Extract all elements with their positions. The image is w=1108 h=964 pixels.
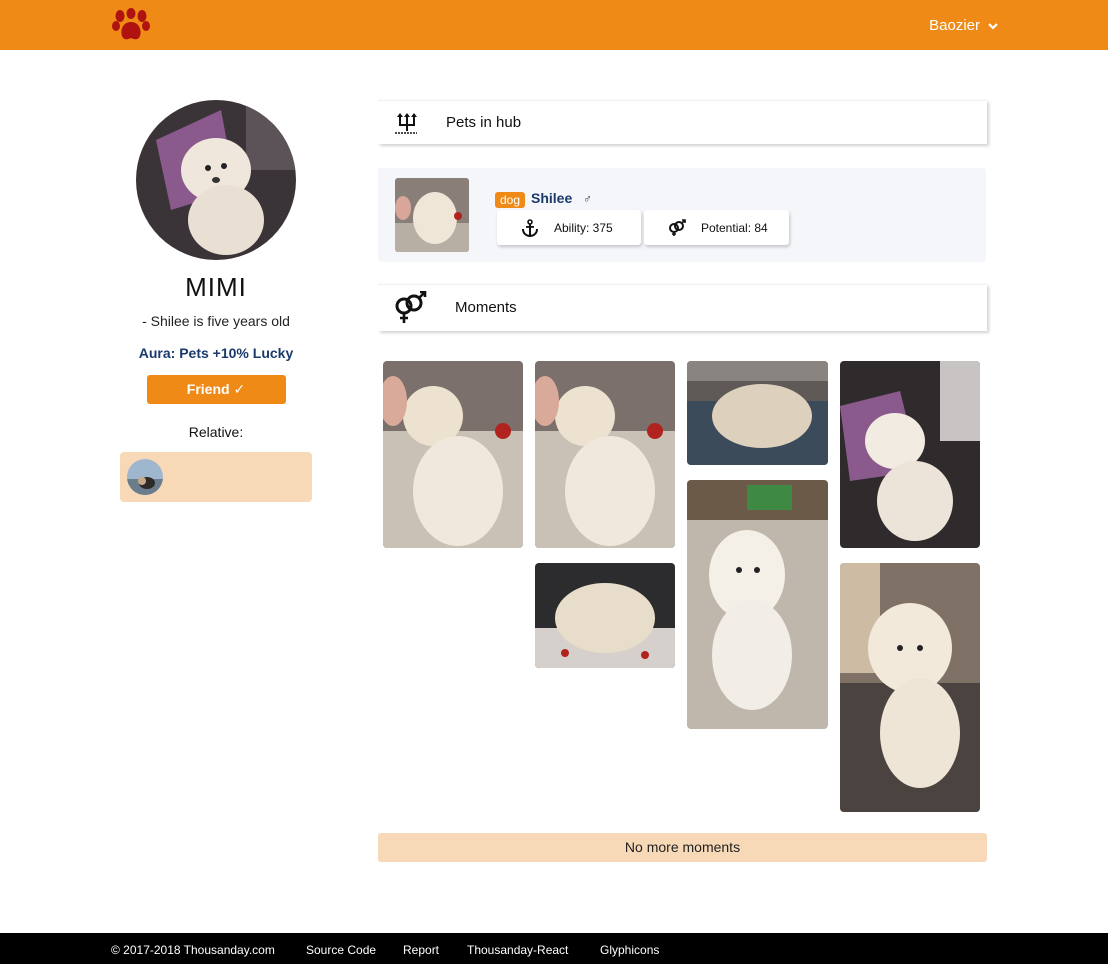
footer-link-glyphicons[interactable]: Glyphicons (600, 943, 659, 957)
username-label: Baozier (929, 17, 980, 34)
pet-name-heading: MIMI (185, 272, 247, 302)
footer-link-source-code[interactable]: Source Code (306, 943, 376, 957)
footer-link-thousanday-react[interactable]: Thousanday-React (467, 943, 568, 957)
paw-icon[interactable] (111, 8, 151, 42)
top-navbar: Baozier (0, 0, 1108, 50)
male-icon: ♂ (583, 192, 592, 206)
relative-label: Relative: (188, 424, 244, 440)
friend-button[interactable]: Friend ✓ (146, 375, 286, 404)
potential-button[interactable]: Potential: 84 (644, 210, 789, 245)
relative-list (120, 452, 312, 502)
moment-photo[interactable] (535, 563, 675, 668)
pet-card: dog Shilee ♂ Ability: 375 Potential: 84 (378, 168, 986, 262)
moment-photo[interactable] (383, 361, 523, 548)
species-badge: dog (495, 192, 526, 208)
potential-label: Potential: 84 (701, 221, 768, 235)
ability-button[interactable]: Ability: 375 (497, 210, 641, 245)
moment-photo[interactable] (840, 361, 980, 548)
moment-photo[interactable] (687, 480, 828, 729)
section-title: Moments (455, 299, 517, 316)
pet-profile: MIMI - Shilee is five years old Aura: Pe… (120, 100, 312, 502)
moments-header: Moments (378, 284, 987, 331)
relative-avatar[interactable] (127, 459, 163, 495)
user-menu[interactable]: Baozier (929, 17, 998, 34)
pet-avatar (136, 100, 296, 260)
pet-thumbnail[interactable] (395, 178, 469, 252)
no-more-moments: No more moments (378, 833, 987, 862)
gender-symbol-icon (669, 219, 686, 236)
moment-photo[interactable] (687, 361, 828, 465)
anchor-icon (522, 219, 538, 237)
copyright: © 2017-2018 Thousanday.com (111, 943, 275, 957)
footer-link-report[interactable]: Report (403, 943, 439, 957)
pet-name-link[interactable]: Shilee (531, 190, 572, 206)
pets-in-hub-header: Pets in hub (378, 100, 987, 144)
section-title: Pets in hub (446, 114, 522, 131)
footer: © 2017-2018 Thousanday.com Source Code R… (0, 933, 1108, 964)
moment-photo[interactable] (535, 361, 675, 548)
pets-hub-icon (395, 113, 417, 134)
ability-label: Ability: 375 (554, 221, 613, 235)
pet-aura: Aura: Pets +10% Lucky (138, 345, 294, 361)
pet-bio: - Shilee is five years old (142, 313, 290, 329)
moment-photo[interactable] (840, 563, 980, 812)
chevron-down-icon (988, 22, 998, 30)
gender-symbol-icon (395, 291, 427, 323)
